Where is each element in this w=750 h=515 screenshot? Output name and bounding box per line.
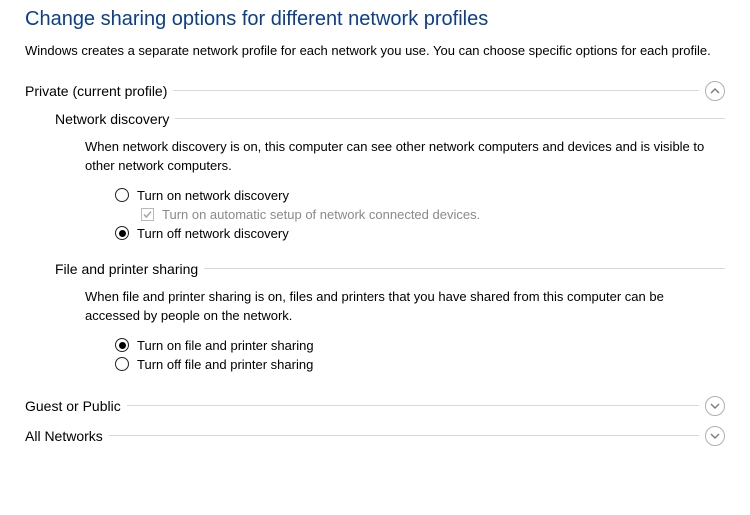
checkbox-icon [141,208,154,221]
radio-network-discovery-on[interactable]: Turn on network discovery [115,188,725,203]
checkbox-auto-setup: Turn on automatic setup of network conne… [141,207,725,222]
file-printer-radio-group: Turn on file and printer sharing Turn of… [115,338,725,372]
radio-icon [115,357,129,371]
section-header-private[interactable]: Private (current profile) [25,79,725,103]
subheading-label: Network discovery [55,111,169,127]
file-printer-description: When file and printer sharing is on, fil… [85,287,705,326]
subheading-network-discovery: Network discovery [55,111,725,127]
network-discovery-radio-group: Turn on network discovery Turn on automa… [115,188,725,241]
radio-file-printer-on[interactable]: Turn on file and printer sharing [115,338,725,353]
section-body-private: Network discovery When network discovery… [25,103,725,388]
chevron-up-icon[interactable] [705,81,725,101]
section-header-all-networks[interactable]: All Networks [25,424,725,448]
radio-label: Turn off file and printer sharing [137,357,313,372]
page-title: Change sharing options for different net… [25,8,725,31]
radio-icon [115,188,129,202]
radio-label: Turn off network discovery [137,226,289,241]
section-label-all-networks: All Networks [25,428,103,444]
chevron-down-icon[interactable] [705,426,725,446]
radio-label: Turn on network discovery [137,188,289,203]
radio-network-discovery-off[interactable]: Turn off network discovery [115,226,725,241]
divider [173,90,699,91]
section-header-guest[interactable]: Guest or Public [25,394,725,418]
divider [127,405,699,406]
subheading-file-printer-sharing: File and printer sharing [55,261,725,277]
checkbox-label: Turn on automatic setup of network conne… [162,207,480,222]
radio-icon [115,338,129,352]
section-label-guest: Guest or Public [25,398,121,414]
section-guest: Guest or Public [25,394,725,418]
page-description: Windows creates a separate network profi… [25,41,725,61]
radio-label: Turn on file and printer sharing [137,338,314,353]
radio-icon [115,226,129,240]
divider [204,268,725,269]
network-discovery-description: When network discovery is on, this compu… [85,137,705,176]
divider [109,435,699,436]
subheading-label: File and printer sharing [55,261,198,277]
radio-file-printer-off[interactable]: Turn off file and printer sharing [115,357,725,372]
section-all-networks: All Networks [25,424,725,448]
section-private: Private (current profile) Network discov… [25,79,725,388]
chevron-down-icon[interactable] [705,396,725,416]
section-label-private: Private (current profile) [25,83,167,99]
divider [175,118,725,119]
